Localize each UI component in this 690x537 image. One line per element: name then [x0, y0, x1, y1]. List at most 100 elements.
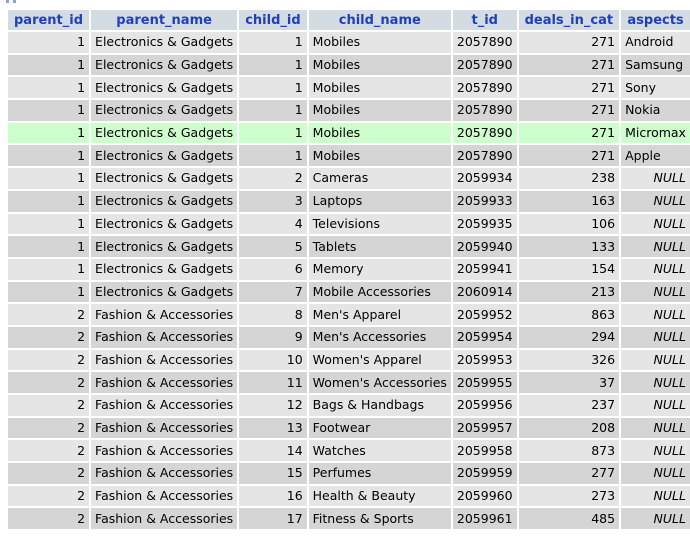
cell-deals-in-cat: 294 [518, 326, 620, 348]
table-row[interactable]: 2 Fashion & Accessories 8 Men's Apparel 2059… [8, 304, 690, 325]
cell-deals-in-cat: 238 [518, 168, 620, 189]
cell-parent-name: Electronics & Gadgets [91, 32, 238, 53]
cell-t-id: 2059958 [452, 440, 517, 462]
cell-parent-id: 1 [8, 258, 90, 280]
cell-deals-in-cat: 237 [518, 395, 620, 416]
cell-child-id: 14 [239, 440, 307, 462]
cell-t-id: 2059953 [452, 349, 517, 371]
cell-parent-name: Electronics & Gadgets [91, 122, 238, 144]
column-header-parent-id[interactable]: parent_id [8, 10, 90, 30]
cell-child-id: 9 [239, 326, 307, 348]
column-header-child-id[interactable]: child_id [239, 10, 307, 30]
table-row[interactable]: 1 Electronics & Gadgets 1 Mobiles 2057890 271… [8, 100, 690, 121]
table-row[interactable]: 1 Electronics & Gadgets 1 Mobiles 2057890 271… [8, 145, 690, 167]
cell-t-id: 2057890 [452, 54, 517, 76]
cell-aspects: Nokia [621, 100, 690, 121]
cell-parent-name: Fashion & Accessories [91, 440, 238, 462]
cell-parent-id: 1 [8, 54, 90, 76]
cell-child-id: 1 [239, 32, 307, 53]
cell-aspects: NULL [621, 281, 690, 303]
table-row[interactable]: 1 Electronics & Gadgets 7 Mobile Accessorie… [8, 281, 690, 303]
column-header-t-id[interactable]: t_id [452, 10, 517, 30]
cell-parent-name: Fashion & Accessories [91, 372, 238, 393]
cell-t-id: 2057890 [452, 32, 517, 53]
cell-parent-name: Fashion & Accessories [91, 417, 238, 439]
cell-parent-id: 1 [8, 100, 90, 121]
cell-child-name: Mobile Accessories [308, 281, 451, 303]
cell-parent-name: Fashion & Accessories [91, 395, 238, 416]
cell-child-id: 16 [239, 485, 307, 507]
column-header-deals-in-cat[interactable]: deals_in_cat [518, 10, 620, 30]
cell-child-id: 15 [239, 463, 307, 484]
table-row[interactable]: 2 Fashion & Accessories 11 Women's Accessor… [8, 372, 690, 393]
cell-child-name: Mobiles [308, 54, 451, 76]
table-row[interactable]: 1 Electronics & Gadgets 2 Cameras 2059934 238… [8, 168, 690, 189]
table-row[interactable]: 2 Fashion & Accessories 12 Bags & Handbags 2… [8, 395, 690, 416]
cell-parent-name: Electronics & Gadgets [91, 236, 238, 257]
table-row[interactable]: 1 Electronics & Gadgets 6 Memory 2059941 154 N… [8, 258, 690, 280]
cell-parent-id: 1 [8, 77, 90, 99]
cell-t-id: 2059959 [452, 463, 517, 484]
table-row[interactable]: 1 Electronics & Gadgets 4 Televisions 205993… [8, 213, 690, 235]
cell-parent-id: 2 [8, 395, 90, 416]
cell-deals-in-cat: 271 [518, 32, 620, 53]
cell-child-name: Men's Accessories [308, 326, 451, 348]
column-header-aspects[interactable]: aspects [621, 10, 690, 30]
table-row[interactable]: 1 Electronics & Gadgets 1 Mobiles 2057890 271… [8, 122, 690, 144]
column-header-parent-name[interactable]: parent_name [91, 10, 238, 30]
cell-parent-id: 1 [8, 190, 90, 212]
table-row[interactable]: 2 Fashion & Accessories 15 Perfumes 2059959 2… [8, 463, 690, 484]
cell-t-id: 2057890 [452, 77, 517, 99]
cell-child-name: Televisions [308, 213, 451, 235]
cell-parent-name: Electronics & Gadgets [91, 54, 238, 76]
cell-child-name: Mobiles [308, 122, 451, 144]
cell-aspects: Micromax [621, 122, 690, 144]
cell-parent-id: 2 [8, 440, 90, 462]
table-row[interactable]: 2 Fashion & Accessories 14 Watches 2059958 87… [8, 440, 690, 462]
cell-deals-in-cat: 271 [518, 100, 620, 121]
cell-child-id: 17 [239, 508, 307, 530]
table-row[interactable]: 1 Electronics & Gadgets 1 Mobiles 2057890 271… [8, 54, 690, 76]
cell-child-name: Watches [308, 440, 451, 462]
cell-parent-name: Electronics & Gadgets [91, 190, 238, 212]
cell-child-name: Women's Accessories [308, 372, 451, 393]
cell-t-id: 2059954 [452, 326, 517, 348]
cell-aspects: NULL [621, 213, 690, 235]
cell-parent-id: 2 [8, 417, 90, 439]
cell-child-id: 1 [239, 122, 307, 144]
table-row[interactable]: 1 Electronics & Gadgets 3 Laptops 2059933 163… [8, 190, 690, 212]
table-row[interactable]: 2 Fashion & Accessories 17 Fitness & Sports… [8, 508, 690, 530]
cell-deals-in-cat: 163 [518, 190, 620, 212]
cell-t-id: 2059961 [452, 508, 517, 530]
table-row[interactable]: 1 Electronics & Gadgets 5 Tablets 2059940 133… [8, 236, 690, 257]
cell-child-id: 1 [239, 145, 307, 167]
cell-parent-id: 2 [8, 508, 90, 530]
cell-deals-in-cat: 154 [518, 258, 620, 280]
table-row[interactable]: 2 Fashion & Accessories 13 Footwear 2059957 2… [8, 417, 690, 439]
cell-child-name: Laptops [308, 190, 451, 212]
cell-deals-in-cat: 133 [518, 236, 620, 257]
cell-parent-id: 1 [8, 281, 90, 303]
cell-aspects: NULL [621, 304, 690, 325]
cell-parent-name: Fashion & Accessories [91, 304, 238, 325]
column-header-child-name[interactable]: child_name [308, 10, 451, 30]
table-row[interactable]: 1 Electronics & Gadgets 1 Mobiles 2057890 271… [8, 32, 690, 53]
table-row[interactable]: 2 Fashion & Accessories 10 Women's Apparel 2… [8, 349, 690, 371]
cell-parent-id: 2 [8, 485, 90, 507]
cell-t-id: 2059940 [452, 236, 517, 257]
table-row[interactable]: 2 Fashion & Accessories 9 Men's Accessories… [8, 326, 690, 348]
cell-deals-in-cat: 277 [518, 463, 620, 484]
cell-child-id: 7 [239, 281, 307, 303]
cell-child-id: 12 [239, 395, 307, 416]
cell-aspects: Apple [621, 145, 690, 167]
cell-t-id: 2059952 [452, 304, 517, 325]
cell-deals-in-cat: 873 [518, 440, 620, 462]
cell-t-id: 2059934 [452, 168, 517, 189]
cell-aspects: NULL [621, 463, 690, 484]
cell-aspects: NULL [621, 485, 690, 507]
cell-aspects: Samsung [621, 54, 690, 76]
table-row[interactable]: 2 Fashion & Accessories 16 Health & Beauty 2… [8, 485, 690, 507]
table-row[interactable]: 1 Electronics & Gadgets 1 Mobiles 2057890 271… [8, 77, 690, 99]
cell-child-name: Perfumes [308, 463, 451, 484]
cell-child-name: Mobiles [308, 100, 451, 121]
